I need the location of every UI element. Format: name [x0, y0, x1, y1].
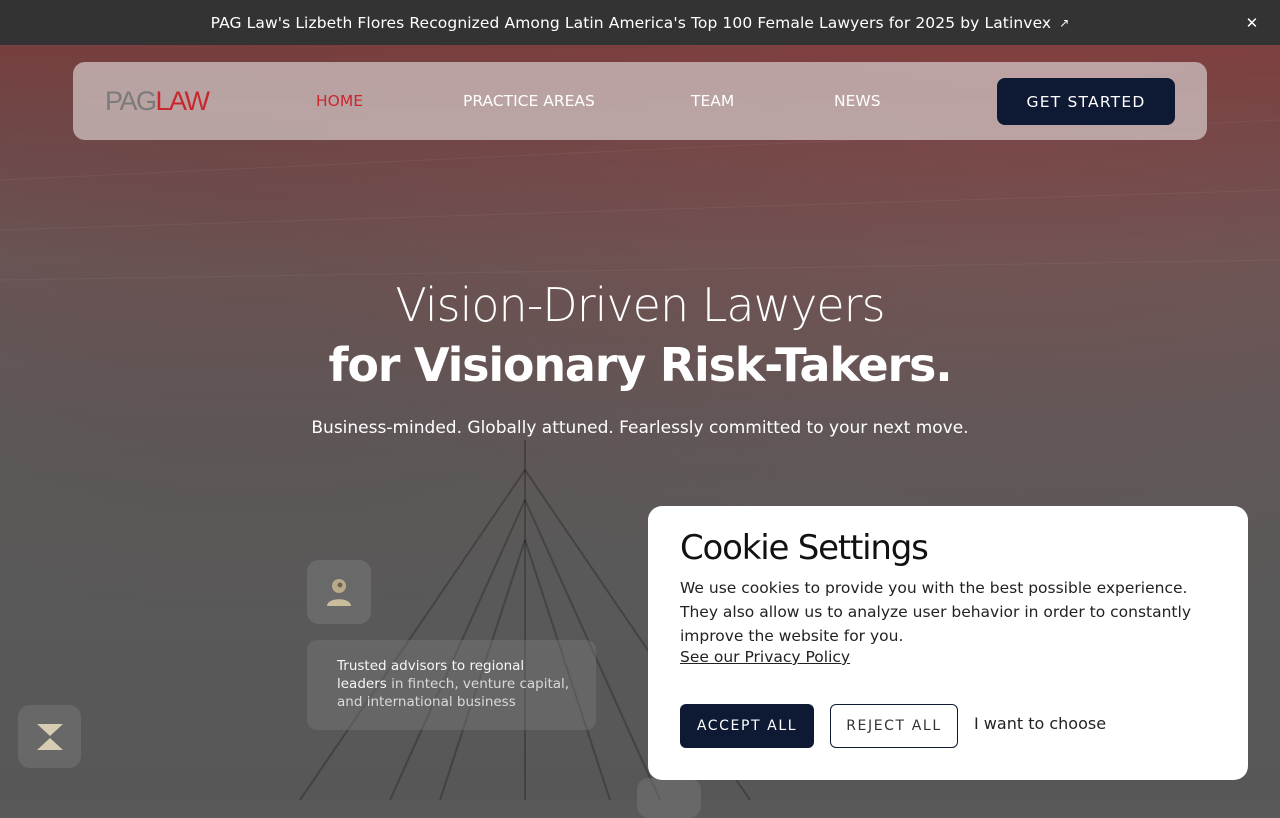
- hero-subtitle: Business-minded. Globally attuned. Fearl…: [311, 418, 969, 438]
- announcement-bar[interactable]: PAG Law's Lizbeth Flores Recognized Amon…: [0, 0, 1280, 45]
- hero-title-line2: for Visionary Risk-Takers.: [328, 338, 953, 392]
- hero-title-line1: Vision-Driven Lawyers: [395, 278, 885, 332]
- logo[interactable]: PAGLAW: [105, 86, 211, 118]
- logo-pag: PAG: [105, 86, 157, 116]
- cookie-title: Cookie Settings: [680, 528, 929, 568]
- reject-all-button[interactable]: REJECT ALL: [830, 704, 958, 748]
- trust-card: Trusted advisors to regional leaders in …: [307, 640, 596, 730]
- announcement-text[interactable]: PAG Law's Lizbeth Flores Recognized Amon…: [211, 14, 1052, 32]
- close-icon[interactable]: ✕: [1242, 13, 1262, 33]
- cookie-body: We use cookies to provide you with the b…: [680, 579, 1191, 645]
- trust-text: Trusted advisors to regional leaders in …: [337, 657, 577, 711]
- get-started-button[interactable]: GET STARTED: [997, 78, 1175, 125]
- cookie-settings-dialog: Cookie Settings We use cookies to provid…: [648, 506, 1248, 780]
- secondary-icon-tile: [637, 778, 701, 818]
- main-navigation: PAGLAW HOME PRACTICE AREAS TEAM NEWS GET…: [73, 62, 1207, 140]
- advisor-icon-tile: [307, 560, 371, 624]
- logo-law: LAW: [155, 86, 211, 116]
- hourglass-icon: [36, 723, 63, 750]
- nav-news[interactable]: NEWS: [834, 92, 881, 110]
- person-icon: [327, 579, 351, 606]
- nav-team[interactable]: TEAM: [691, 92, 734, 110]
- accept-all-button[interactable]: ACCEPT ALL: [680, 704, 814, 748]
- hourglass-widget[interactable]: [18, 705, 81, 768]
- privacy-policy-link[interactable]: See our Privacy Policy: [680, 648, 850, 666]
- choose-cookies-button[interactable]: I want to choose: [974, 714, 1106, 733]
- nav-home[interactable]: HOME: [316, 92, 363, 110]
- nav-practice-areas[interactable]: PRACTICE AREAS: [463, 92, 595, 110]
- external-arrow-icon: ↗: [1059, 15, 1070, 30]
